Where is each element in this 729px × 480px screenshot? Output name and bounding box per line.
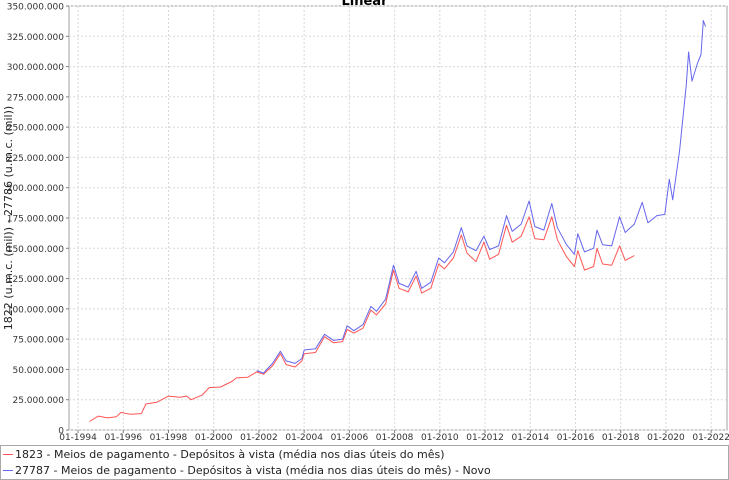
x-tick-label: 01-2000 [195, 433, 233, 443]
y-tick-label: 200.000.000 [7, 184, 65, 194]
y-tick-label: 300.000.000 [7, 63, 65, 73]
chart-title: Linear [341, 0, 388, 9]
y-tick-label: 225.000.000 [7, 154, 65, 164]
legend-swatch [3, 454, 13, 455]
y-axis: 025.000.00050.000.00075.000.000100.000.0… [7, 3, 69, 437]
x-tick-label: 01-2022 [692, 433, 729, 443]
x-tick-label: 01-1994 [59, 433, 97, 443]
x-tick-label: 01-2012 [466, 433, 504, 443]
x-tick-label: 01-2002 [240, 433, 278, 443]
y-tick-label: 325.000.000 [7, 33, 65, 43]
x-tick-label: 01-2010 [421, 433, 459, 443]
legend: 1823 - Meios de pagamento - Depósitos à … [0, 445, 729, 480]
y-tick-label: 175.000.000 [7, 215, 65, 225]
x-tick-label: 01-1998 [150, 433, 188, 443]
x-tick-label: 01-2020 [647, 433, 685, 443]
y-tick-label: 250.000.000 [7, 124, 65, 134]
y-tick-label: 50.000.000 [12, 366, 64, 376]
chart: 025.000.00050.000.00075.000.000100.000.0… [2, 3, 729, 444]
y-axis-title: 1822 (u.m.c. (mil)) - 27786 (u.m.c. (mil… [2, 106, 15, 330]
legend-label: 1823 - Meios de pagamento - Depósitos à … [15, 448, 445, 461]
y-tick-label: 275.000.000 [7, 93, 65, 103]
x-tick-label: 01-2016 [557, 433, 595, 443]
legend-item: 1823 - Meios de pagamento - Depósitos à … [1, 447, 728, 462]
legend-item: 27787 - Meios de pagamento - Depósitos à… [1, 463, 728, 478]
x-tick-label: 01-2014 [511, 433, 549, 443]
y-tick-label: 100.000.000 [7, 305, 65, 315]
x-tick-label: 01-2008 [376, 433, 414, 443]
y-tick-label: 150.000.000 [7, 245, 65, 255]
y-tick-label: 75.000.000 [12, 336, 64, 346]
y-tick-label: 25.000.000 [12, 396, 64, 406]
x-tick-label: 01-2004 [285, 433, 323, 443]
x-tick-label: 01-1996 [104, 433, 142, 443]
y-tick-label: 125.000.000 [7, 275, 65, 285]
x-tick-label: 01-2018 [602, 433, 640, 443]
x-tick-label: 01-2006 [331, 433, 369, 443]
x-axis: 01-1994 01-1996 01-1998 01-2000 01-2002 01-20… [59, 430, 729, 443]
legend-swatch [3, 470, 13, 471]
legend-label: 27787 - Meios de pagamento - Depósitos à… [15, 464, 491, 477]
